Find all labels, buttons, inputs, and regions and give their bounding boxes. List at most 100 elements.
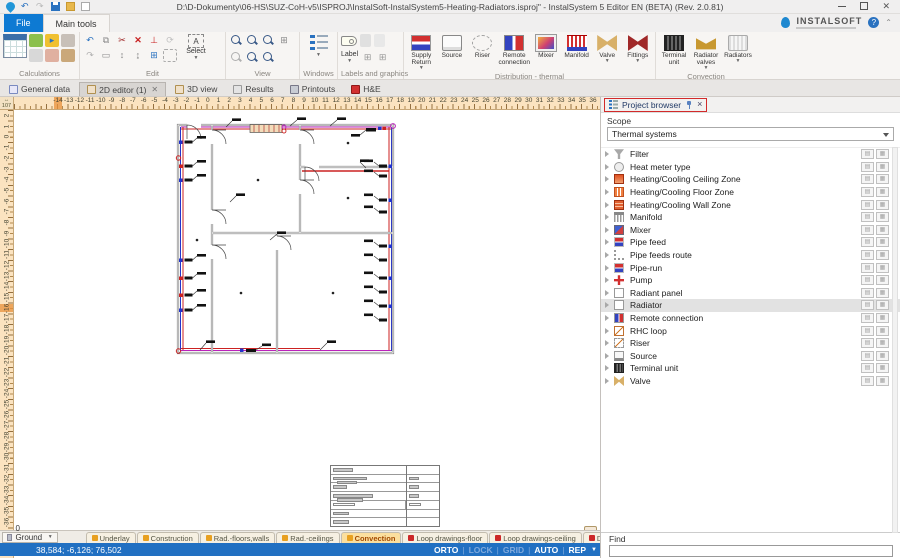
layer-tab-rad-ceilings[interactable]: Rad.-ceilings — [276, 532, 339, 544]
terminal-unit-button[interactable]: Terminal unit — [659, 34, 689, 72]
manifold-symbol[interactable] — [250, 125, 286, 134]
insert-table-icon[interactable]: ⊞ — [147, 49, 161, 62]
table-view-button[interactable]: ▦ — [876, 363, 889, 373]
layer-tab-loop-drawings-ceiling[interactable]: Loop drawings-ceiling — [489, 532, 582, 544]
edit-data-button[interactable]: ▤ — [861, 288, 874, 298]
tab-main-tools[interactable]: Main tools — [43, 14, 110, 32]
edit-data-button[interactable]: ▤ — [861, 263, 874, 273]
radiator-symbol[interactable] — [364, 206, 387, 214]
edit-data-button[interactable]: ▤ — [861, 225, 874, 235]
table-view-button[interactable]: ▦ — [876, 313, 889, 323]
toggle-auto[interactable]: AUTO — [534, 545, 558, 555]
align-icon[interactable]: ↕ — [115, 49, 129, 62]
table-view-button[interactable]: ▦ — [876, 376, 889, 386]
find-input[interactable] — [609, 545, 893, 557]
close-tab-icon[interactable]: ✕ — [151, 85, 158, 94]
expand-arrow-icon[interactable] — [605, 290, 609, 296]
view-grid-icon[interactable]: ⊞ — [277, 34, 291, 47]
table-view-button[interactable]: ▦ — [876, 237, 889, 247]
mirror-icon[interactable]: ↨ — [131, 49, 145, 62]
delete-icon[interactable]: ✕ — [131, 34, 145, 47]
panel-scrollbar[interactable] — [892, 147, 898, 533]
edit-data-button[interactable]: ▤ — [861, 363, 874, 373]
scope-dropdown[interactable]: Thermal systems — [607, 127, 894, 141]
collapse-ribbon-icon[interactable]: ⌃ — [885, 18, 892, 27]
radiator-symbol[interactable] — [364, 254, 387, 262]
edit-data-button[interactable]: ▤ — [861, 313, 874, 323]
data-check-icon[interactable] — [45, 49, 59, 62]
element-type-terminal-unit[interactable]: Terminal unit ▤ ▦ — [601, 362, 900, 375]
remote-connection-button[interactable]: Remote connection — [499, 34, 530, 72]
valve-button[interactable]: Valve ▼ — [593, 34, 622, 72]
table-view-button[interactable]: ▦ — [876, 300, 889, 310]
radiator-symbol[interactable] — [364, 240, 392, 249]
element-type-filter[interactable]: Filter ▤ ▦ — [601, 148, 900, 161]
toggle-rep[interactable]: REP — [569, 545, 586, 555]
minimize-button[interactable] — [838, 0, 846, 13]
tab-printouts[interactable]: Printouts — [283, 82, 343, 96]
floor-selector[interactable]: 0 Ground floor ▼ — [2, 532, 58, 543]
radiator-symbol[interactable] — [364, 286, 387, 294]
edit-data-button[interactable]: ▤ — [861, 149, 874, 159]
edit-data-button[interactable]: ▤ — [861, 187, 874, 197]
radiator-symbol[interactable] — [364, 272, 392, 281]
edit-data-button[interactable]: ▤ — [861, 376, 874, 386]
edit-data-button[interactable]: ▤ — [861, 300, 874, 310]
redo-ribbon-icon[interactable]: ↷ — [83, 49, 97, 62]
drawing-canvas[interactable] — [14, 110, 600, 530]
status-options-arrow[interactable]: ▼ — [591, 547, 597, 553]
fittings-button[interactable]: Fittings ▼ — [623, 34, 652, 72]
table-view-button[interactable]: ▦ — [876, 174, 889, 184]
element-type-pump[interactable]: Pump ▤ ▦ — [601, 274, 900, 287]
edit-data-button[interactable]: ▤ — [861, 162, 874, 172]
edit-data-button[interactable]: ▤ — [861, 237, 874, 247]
expand-arrow-icon[interactable] — [605, 365, 609, 371]
maximize-button[interactable] — [860, 0, 868, 13]
rotate-icon[interactable]: ⟳ — [163, 34, 177, 47]
element-type-manifold[interactable]: Manifold ▤ ▦ — [601, 211, 900, 224]
table-view-button[interactable]: ▦ — [876, 338, 889, 348]
expand-arrow-icon[interactable] — [605, 189, 609, 195]
element-type-heating-cooling-floor-zone[interactable]: Heating/Cooling Floor Zone ▤ ▦ — [601, 186, 900, 199]
layer-tab-underlay[interactable]: Underlay — [86, 532, 136, 544]
table-view-button[interactable]: ▦ — [876, 187, 889, 197]
close-button[interactable]: ✕ — [882, 0, 890, 13]
layer-tab-convection[interactable]: Convection — [341, 532, 402, 544]
tab-general-data[interactable]: General data — [2, 82, 77, 96]
element-type-pipe-feed[interactable]: Pipe feed ▤ ▦ — [601, 236, 900, 249]
table-view-button[interactable]: ▦ — [876, 326, 889, 336]
element-type-heating-cooling-wall-zone[interactable]: Heating/Cooling Wall Zone ▤ ▦ — [601, 198, 900, 211]
graphic-list-icon[interactable] — [374, 34, 385, 47]
expand-arrow-icon[interactable] — [605, 164, 609, 170]
table-view-button[interactable]: ▦ — [876, 149, 889, 159]
toggle-lock[interactable]: LOCK — [469, 545, 493, 555]
radiator-symbol[interactable] — [364, 300, 392, 309]
radiator-symbol[interactable] — [351, 127, 386, 137]
element-type-source[interactable]: Source ▤ ▦ — [601, 350, 900, 363]
radiators-button[interactable]: Radiators ▼ — [723, 34, 753, 72]
layer-tab-rad-floors-walls[interactable]: Rad.-floors,walls — [200, 532, 275, 544]
selection-box-icon[interactable] — [163, 49, 177, 62]
table-view-button[interactable]: ▦ — [876, 351, 889, 361]
element-type-riser[interactable]: Riser ▤ ▦ — [601, 337, 900, 350]
expand-arrow-icon[interactable] — [605, 252, 609, 258]
expand-arrow-icon[interactable] — [605, 277, 609, 283]
tab-h-e[interactable]: H&E — [344, 82, 387, 96]
expand-arrow-icon[interactable] — [605, 265, 609, 271]
table-view-button[interactable]: ▦ — [876, 200, 889, 210]
layer-tab-loop-drawings-floor[interactable]: Loop drawings-floor — [402, 532, 488, 544]
expand-arrow-icon[interactable] — [605, 378, 609, 384]
expand-arrow-icon[interactable] — [605, 239, 609, 245]
table-large-icon[interactable]: ⊞ — [377, 51, 388, 64]
table-view-button[interactable]: ▦ — [876, 263, 889, 273]
quick-calc-icon[interactable]: ▸ — [45, 34, 59, 47]
manifold-button[interactable]: Manifold — [562, 34, 591, 72]
element-type-pipe-run[interactable]: Pipe-run ▤ ▦ — [601, 261, 900, 274]
riser-button[interactable]: Riser — [468, 34, 497, 72]
element-type-heat-meter-type[interactable]: Heat meter type ▤ ▦ — [601, 161, 900, 174]
element-type-heating-cooling-ceiling-zone[interactable]: Heating/Cooling Ceiling Zone ▤ ▦ — [601, 173, 900, 186]
label-button[interactable]: Label▼ — [341, 51, 358, 64]
windows-dropdown-arrow[interactable]: ▼ — [316, 52, 321, 58]
expand-arrow-icon[interactable] — [605, 340, 609, 346]
table-view-button[interactable]: ▦ — [876, 275, 889, 285]
